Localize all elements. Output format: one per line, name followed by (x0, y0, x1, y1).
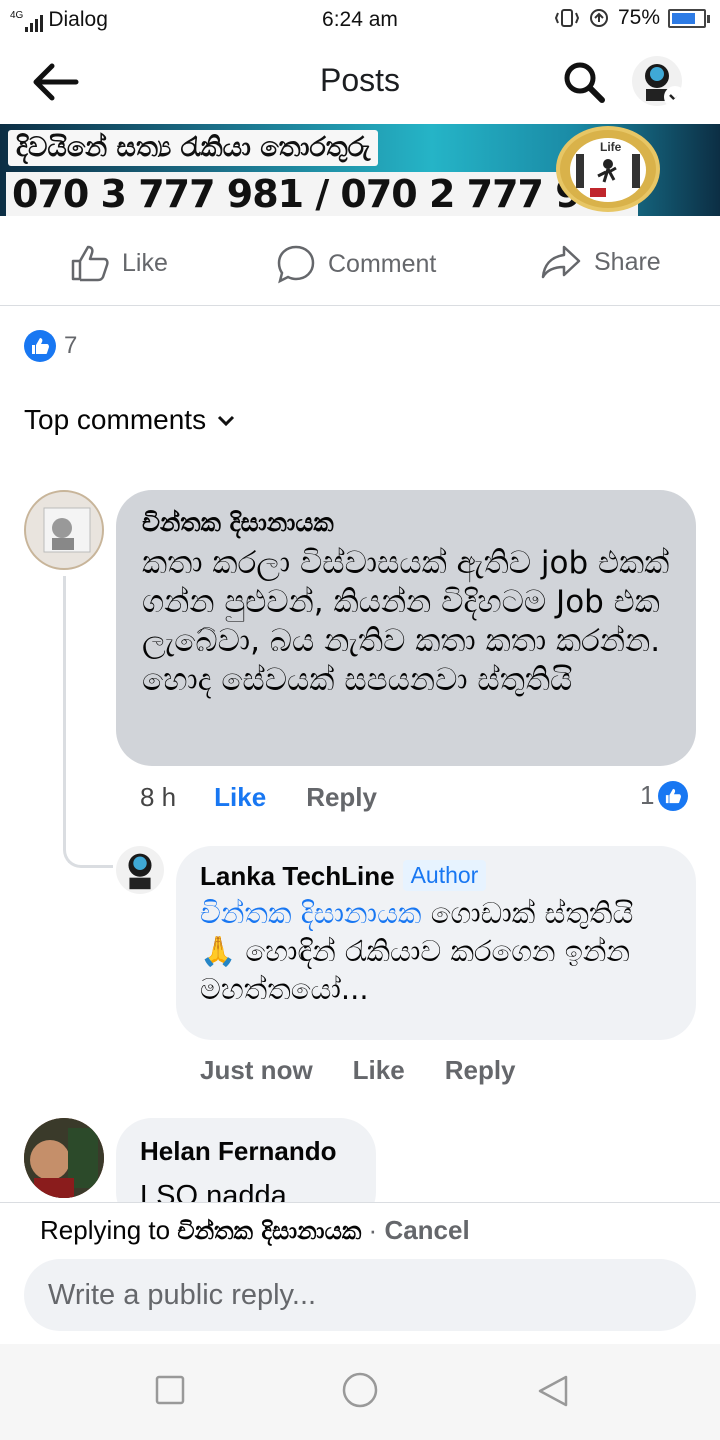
comment-text: LSO nadda (140, 1180, 287, 1202)
comment-reaction-count: 1 (640, 780, 655, 810)
reply-time: Just now (200, 1055, 313, 1085)
profile-avatar[interactable] (632, 56, 682, 106)
banner-phone-numbers: 070 3 777 981 / 070 2 777 981 (6, 172, 638, 216)
thumbs-up-icon (71, 245, 109, 282)
comment-author[interactable]: චින්තක දිසානායක (142, 508, 670, 538)
status-icons: 75% (554, 6, 710, 30)
reaction-count: 7 (64, 332, 78, 359)
reply-text: චින්තක දිසානායක ගොඩාක් ස්තුතියි 🙏 හොඳින්… (200, 894, 672, 1008)
page-logo-icon (128, 853, 152, 890)
avatar[interactable] (24, 490, 104, 570)
share-arrow-icon (541, 245, 581, 279)
share-label: Share (594, 247, 661, 276)
battery-percent: 75% (617, 6, 660, 29)
reply-input[interactable] (24, 1259, 696, 1331)
comments-filter-label: Top comments (24, 404, 207, 435)
mention-link[interactable]: චින්තක දිසානායක (200, 896, 421, 930)
reply-author[interactable]: Lanka TechLine (200, 861, 395, 891)
battery-icon (668, 8, 710, 28)
comment-bubble[interactable]: චින්තක දිසානායක කතා කරලා විස්වාසයක් ඇතිව… (116, 490, 696, 766)
share-button[interactable]: Share (540, 244, 661, 280)
comment-like-link[interactable]: Like (214, 782, 266, 813)
banner-headline: දිවයිනේ සත්‍ය රැකියා තොරතුරු (8, 130, 379, 166)
reply-like-link[interactable]: Like (353, 1055, 405, 1086)
comment-reaction[interactable]: 1 (640, 780, 689, 811)
replying-to-label: Replying to චින්තක දිසානායක · Cancel (40, 1215, 470, 1246)
vibrate-icon (554, 9, 580, 27)
battery-fill (672, 12, 695, 24)
comments-filter-dropdown[interactable]: Top comments (24, 404, 238, 436)
like-button[interactable]: Like (70, 244, 168, 282)
back-nav-icon[interactable] (536, 1374, 570, 1408)
like-label: Like (122, 248, 168, 277)
cancel-reply-button[interactable]: Cancel (384, 1215, 469, 1245)
replying-prefix: Replying to (40, 1215, 178, 1245)
comment-reply-link[interactable]: Reply (306, 782, 377, 813)
comment-author[interactable]: Helan Fernando (140, 1136, 352, 1167)
comment-clip: Helan Fernando LSO nadda (0, 1110, 720, 1202)
logo-text: Life (600, 140, 622, 154)
chevron-down-icon (664, 86, 682, 106)
comment-meta: 8 h Like Reply (140, 782, 377, 813)
replying-separator: · (361, 1215, 385, 1245)
post-banner-image[interactable]: දිවයිනේ සත්‍ය රැකියා තොරතුරු 070 3 777 9… (0, 124, 720, 216)
data-saver-icon (589, 9, 608, 27)
avatar[interactable] (116, 846, 164, 894)
comment-text: කතා කරලා විස්වාසයක් ඇතිව job එකක් ගන්න ප… (142, 545, 670, 698)
comment-button[interactable]: Comment (276, 244, 436, 284)
comment-label: Comment (328, 249, 437, 278)
author-badge: Author (402, 860, 487, 891)
comment-time: 8 h (140, 782, 177, 812)
reply-composer: Replying to චින්තක දිසානායක · Cancel (0, 1202, 720, 1344)
reply-meta: Just now Like Reply (200, 1055, 516, 1086)
reply-reply-link[interactable]: Reply (445, 1055, 516, 1086)
like-reaction-icon (24, 330, 56, 362)
post-actions: Like Comment Share (0, 216, 720, 306)
reply-thread-line (63, 576, 113, 868)
system-nav-bar (0, 1344, 720, 1440)
success-life-logo-icon: Life (556, 126, 660, 212)
recent-apps-icon[interactable] (154, 1374, 186, 1406)
top-app-bar: Posts (0, 40, 720, 124)
reply-bubble[interactable]: Lanka TechLine Author චින්තක දිසානායක ගොඩ… (176, 846, 696, 1040)
page-title: Posts (319, 62, 401, 98)
status-bar: 4G Dialog 6:24 am 75% (0, 0, 720, 40)
search-icon[interactable] (560, 58, 608, 106)
home-icon[interactable] (340, 1370, 380, 1410)
comment-bubble-icon (277, 245, 315, 284)
replying-name: චින්තක දිසානායක (177, 1217, 362, 1245)
like-reaction-icon (658, 780, 689, 811)
chevron-down-icon (218, 415, 235, 427)
comment-bubble[interactable]: Helan Fernando LSO nadda (116, 1118, 376, 1202)
reaction-summary[interactable]: 7 (24, 330, 77, 362)
commenter-photo-icon (43, 507, 91, 553)
